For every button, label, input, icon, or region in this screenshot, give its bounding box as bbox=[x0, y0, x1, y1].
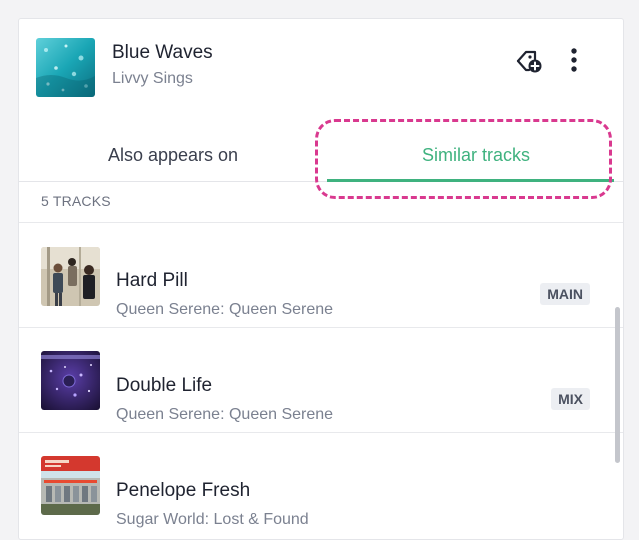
scrollbar[interactable] bbox=[615, 307, 620, 463]
track-count: 5 TRACKS bbox=[41, 193, 111, 209]
mix-type-badge: MAIN bbox=[540, 283, 590, 305]
tab-bar: Also appears on Similar tracks bbox=[19, 129, 623, 182]
track-art bbox=[41, 351, 100, 410]
track-cover bbox=[36, 38, 95, 97]
active-tab-indicator bbox=[327, 179, 614, 182]
tab-similar-tracks[interactable]: Similar tracks bbox=[327, 129, 623, 182]
now-playing-artist: Livvy Sings bbox=[112, 70, 193, 87]
track-subtitle: Queen Serene: Queen Serene bbox=[116, 301, 334, 318]
track-subtitle: Queen Serene: Queen Serene bbox=[116, 406, 334, 423]
track-title: Double Life bbox=[116, 375, 213, 396]
mix-type-badge: MIX bbox=[551, 388, 590, 410]
track-art bbox=[41, 456, 100, 515]
add-tag-button[interactable] bbox=[514, 48, 544, 78]
track-row[interactable]: Penelope Fresh Sugar World: Lost & Found bbox=[19, 433, 611, 537]
more-vertical-icon bbox=[570, 47, 578, 78]
track-row[interactable]: Double Life Queen Serene: Queen Serene M… bbox=[19, 328, 611, 432]
track-title: Penelope Fresh bbox=[116, 480, 251, 501]
now-playing-title: Blue Waves bbox=[112, 42, 213, 63]
now-playing-header: Blue Waves Livvy Sings bbox=[19, 19, 623, 114]
tag-add-icon bbox=[515, 47, 543, 80]
track-row[interactable]: Hard Pill Queen Serene: Queen Serene MAI… bbox=[19, 223, 611, 327]
tab-also-appears-on[interactable]: Also appears on bbox=[19, 129, 327, 182]
panel: Blue Waves Livvy Sings Also appears on S… bbox=[18, 18, 624, 540]
track-title: Hard Pill bbox=[116, 270, 188, 291]
more-options-button[interactable] bbox=[564, 47, 584, 77]
track-art bbox=[41, 247, 100, 306]
track-subtitle: Sugar World: Lost & Found bbox=[116, 511, 309, 528]
